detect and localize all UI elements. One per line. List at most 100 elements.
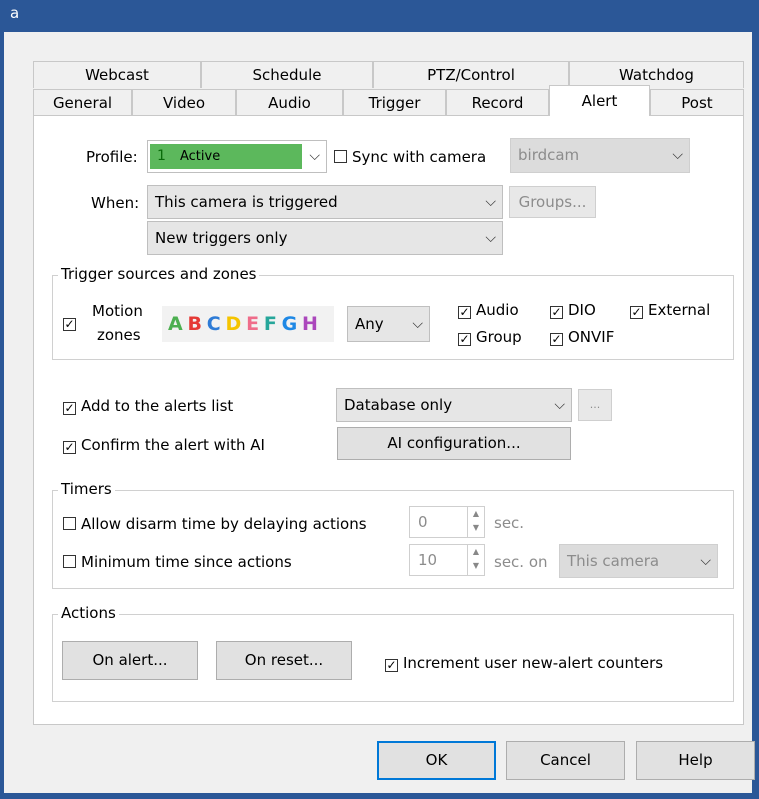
zones-label: zones bbox=[97, 326, 141, 344]
chevron-down-icon: ⌵ bbox=[485, 230, 496, 246]
motion-zones-checkbox[interactable]: ✓ bbox=[63, 313, 81, 331]
tab-webcast[interactable]: Webcast bbox=[33, 61, 201, 88]
profile-label: Profile: bbox=[86, 148, 138, 166]
profile-dropdown[interactable]: 1 Active ⌵ bbox=[147, 140, 327, 173]
minimum-time-checkbox[interactable]: Minimum time since actions bbox=[63, 553, 292, 571]
zone-c-letter: C bbox=[206, 313, 221, 335]
dio-label: DIO bbox=[568, 301, 596, 319]
zone-d-letter: D bbox=[225, 313, 242, 335]
alerts-list-more-button[interactable]: ... bbox=[578, 389, 612, 421]
chevron-down-icon: ⌵ bbox=[485, 194, 496, 210]
disarm-unit-label: sec. bbox=[494, 514, 525, 532]
disarm-time-stepper[interactable]: 0 ▲ ▼ bbox=[409, 506, 485, 538]
disarm-time-value: 0 bbox=[418, 513, 428, 531]
zone-mode-dropdown[interactable]: Any ⌵ bbox=[347, 306, 430, 342]
tab-record[interactable]: Record bbox=[446, 89, 549, 116]
increment-counters-checkbox[interactable]: ✓ Increment user new-alert counters bbox=[385, 654, 663, 672]
when-value: This camera is triggered bbox=[155, 193, 338, 211]
triggers-value: New triggers only bbox=[155, 229, 288, 247]
add-to-alerts-list-label: Add to the alerts list bbox=[81, 397, 234, 415]
camera-dropdown[interactable]: birdcam ⌵ bbox=[510, 138, 690, 173]
tab-trigger[interactable]: Trigger bbox=[343, 89, 446, 116]
profile-number-icon: 1 bbox=[157, 148, 166, 164]
audio-label: Audio bbox=[476, 301, 519, 319]
timers-title: Timers bbox=[58, 480, 115, 498]
when-dropdown[interactable]: This camera is triggered ⌵ bbox=[147, 185, 503, 219]
profile-color-swatch bbox=[150, 144, 302, 169]
window-title: a bbox=[10, 4, 20, 22]
help-button[interactable]: Help bbox=[636, 741, 755, 780]
window-border-bottom bbox=[0, 793, 759, 799]
chevron-down-icon: ⌵ bbox=[672, 147, 683, 163]
allow-disarm-label: Allow disarm time by delaying actions bbox=[81, 515, 367, 533]
minimum-time-target-value: This camera bbox=[567, 552, 660, 570]
zone-e-letter: E bbox=[246, 313, 260, 335]
checkbox-checked-icon: ✓ bbox=[63, 401, 76, 415]
trigger-sources-title: Trigger sources and zones bbox=[58, 265, 260, 283]
tab-alert[interactable]: Alert bbox=[549, 85, 650, 116]
alerts-list-value: Database only bbox=[344, 396, 453, 414]
tab-post[interactable]: Post bbox=[650, 89, 744, 116]
alerts-list-dropdown[interactable]: Database only ⌵ bbox=[336, 388, 572, 422]
zone-a-letter: A bbox=[168, 313, 183, 335]
checkbox-checked-icon: ✓ bbox=[630, 305, 643, 319]
minimum-time-unit-label: sec. on bbox=[494, 553, 548, 571]
tab-audio[interactable]: Audio bbox=[236, 89, 343, 116]
minimum-time-label: Minimum time since actions bbox=[81, 553, 292, 571]
checkbox-checked-icon: ✓ bbox=[63, 317, 76, 331]
ai-configuration-button[interactable]: AI configuration... bbox=[337, 427, 571, 460]
spinner-arrows-icon[interactable]: ▲ ▼ bbox=[467, 507, 484, 537]
spinner-arrows-icon[interactable]: ▲ ▼ bbox=[467, 545, 484, 575]
checkbox-icon bbox=[63, 517, 76, 530]
cancel-button[interactable]: Cancel bbox=[506, 741, 625, 780]
camera-value: birdcam bbox=[518, 146, 580, 164]
confirm-with-ai-checkbox[interactable]: ✓ Confirm the alert with AI bbox=[63, 436, 265, 454]
triggers-dropdown[interactable]: New triggers only ⌵ bbox=[147, 221, 503, 255]
checkbox-checked-icon: ✓ bbox=[550, 332, 563, 346]
audio-checkbox[interactable]: ✓ Audio bbox=[458, 301, 519, 319]
onvif-label: ONVIF bbox=[568, 328, 615, 346]
checkbox-checked-icon: ✓ bbox=[63, 440, 76, 454]
zone-mode-value: Any bbox=[355, 315, 384, 333]
ok-button[interactable]: OK bbox=[377, 741, 496, 780]
zone-letters-button[interactable]: A B C D E F G H bbox=[162, 306, 334, 342]
group-label: Group bbox=[476, 328, 522, 346]
groups-button[interactable]: Groups... bbox=[509, 186, 596, 218]
checkbox-checked-icon: ✓ bbox=[458, 332, 471, 346]
confirm-with-ai-label: Confirm the alert with AI bbox=[81, 436, 265, 454]
sync-with-camera-label: Sync with camera bbox=[352, 148, 487, 166]
chevron-down-icon: ⌵ bbox=[700, 553, 711, 569]
onvif-checkbox[interactable]: ✓ ONVIF bbox=[550, 328, 614, 346]
checkbox-checked-icon: ✓ bbox=[385, 658, 398, 672]
tab-schedule[interactable]: Schedule bbox=[201, 61, 373, 88]
increment-counters-label: Increment user new-alert counters bbox=[403, 654, 664, 672]
add-to-alerts-list-checkbox[interactable]: ✓ Add to the alerts list bbox=[63, 397, 233, 415]
minimum-time-stepper[interactable]: 10 ▲ ▼ bbox=[409, 544, 485, 576]
sync-with-camera-checkbox[interactable]: Sync with camera bbox=[334, 148, 486, 166]
zone-g-letter: G bbox=[281, 313, 298, 335]
allow-disarm-checkbox[interactable]: Allow disarm time by delaying actions bbox=[63, 515, 367, 533]
tab-video[interactable]: Video bbox=[132, 89, 236, 116]
external-checkbox[interactable]: ✓ External bbox=[630, 301, 710, 319]
minimum-time-target-dropdown[interactable]: This camera ⌵ bbox=[559, 544, 718, 578]
chevron-down-icon: ⌵ bbox=[554, 397, 565, 413]
zone-b-letter: B bbox=[187, 313, 202, 335]
group-checkbox[interactable]: ✓ Group bbox=[458, 328, 522, 346]
chevron-down-icon: ⌵ bbox=[412, 316, 423, 332]
zone-f-letter: F bbox=[263, 313, 277, 335]
checkbox-icon bbox=[63, 555, 76, 568]
tab-general[interactable]: General bbox=[33, 89, 132, 116]
tab-ptz-control[interactable]: PTZ/Control bbox=[373, 61, 569, 88]
external-label: External bbox=[648, 301, 711, 319]
motion-label: Motion bbox=[92, 302, 143, 320]
zone-h-letter: H bbox=[301, 313, 318, 335]
minimum-time-value: 10 bbox=[418, 551, 438, 569]
actions-title: Actions bbox=[58, 604, 119, 622]
title-bar bbox=[0, 0, 759, 32]
on-alert-button[interactable]: On alert... bbox=[62, 641, 198, 680]
window-border-left bbox=[0, 32, 4, 799]
dio-checkbox[interactable]: ✓ DIO bbox=[550, 301, 596, 319]
on-reset-button[interactable]: On reset... bbox=[216, 641, 352, 680]
tab-watchdog[interactable]: Watchdog bbox=[569, 61, 744, 88]
window-border-right bbox=[752, 32, 759, 799]
